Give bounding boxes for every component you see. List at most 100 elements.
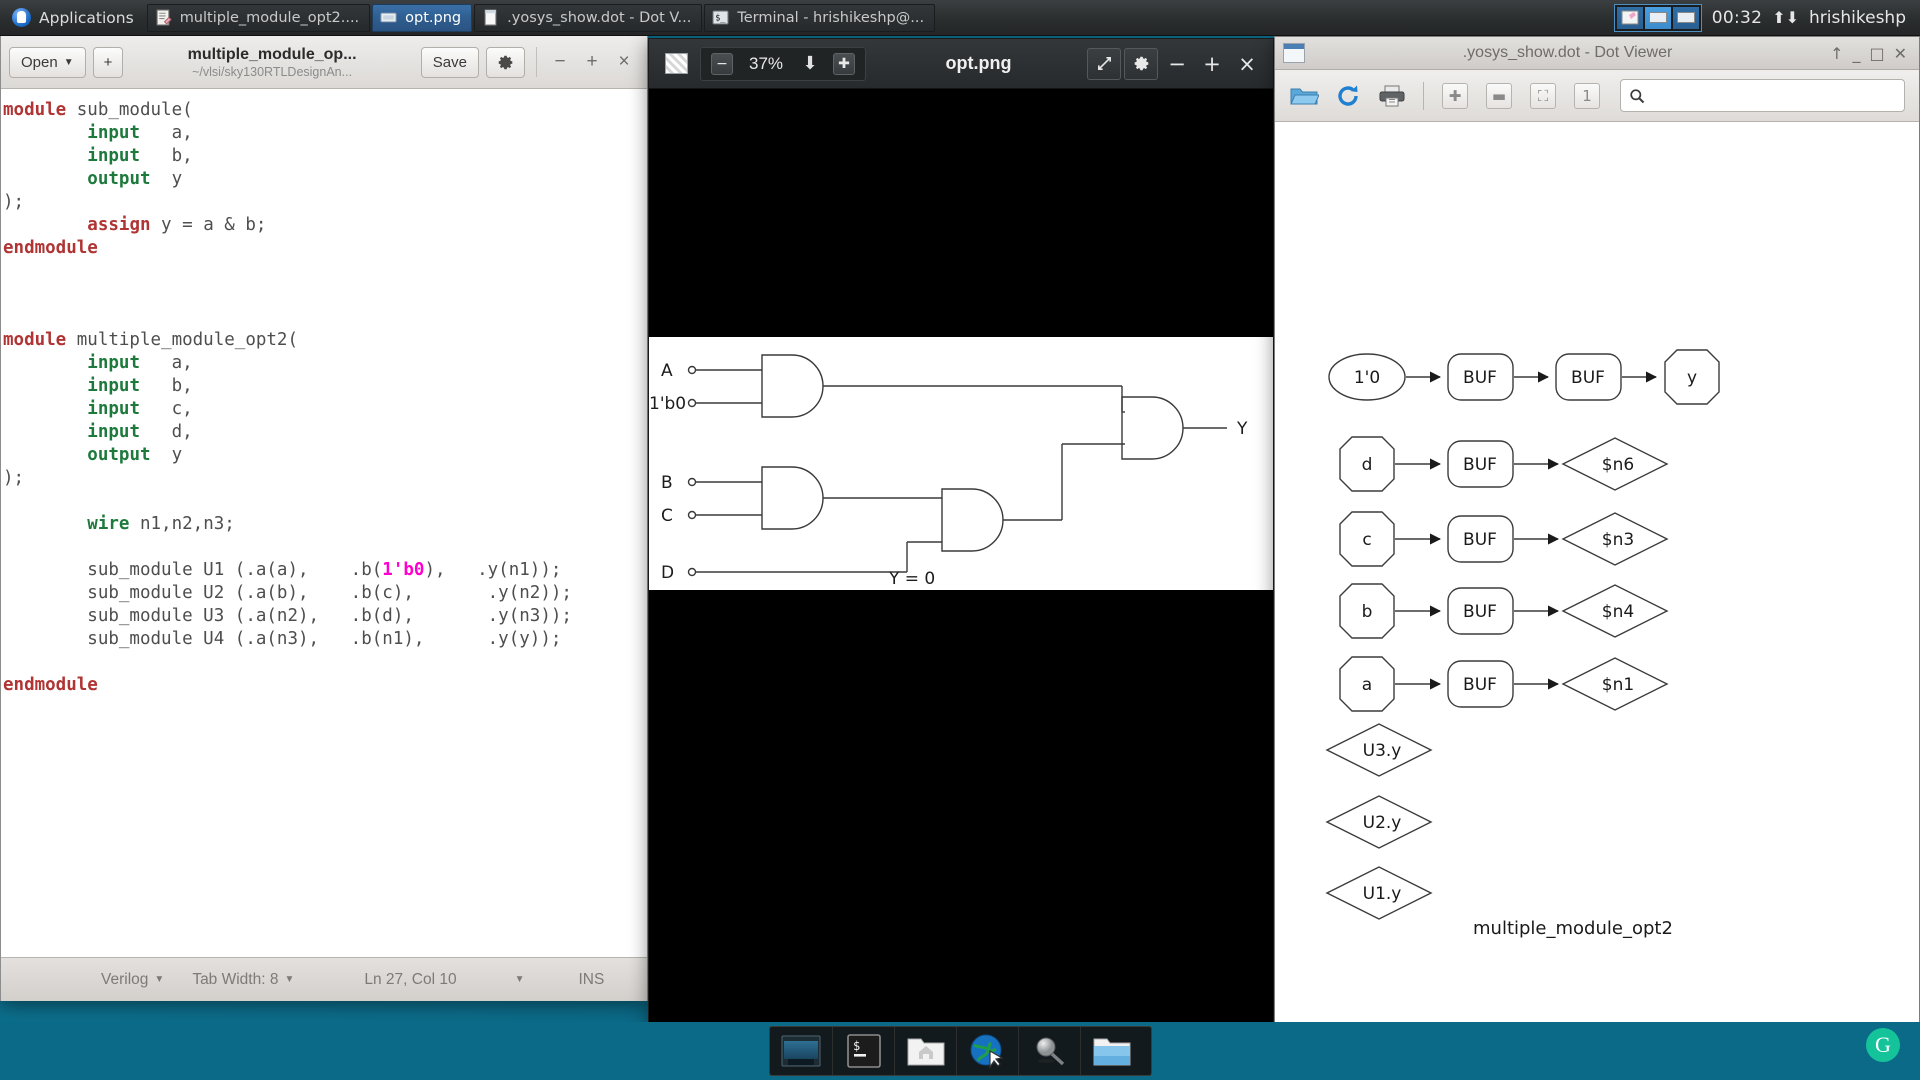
dock-home-folder-button[interactable] [894,1027,956,1075]
text-editor-filepath: ~/vlsi/sky130RTLDesignAn... [136,65,407,79]
code-line: input b, [1,375,647,398]
image-viewer-maximize-button[interactable]: + [1196,48,1228,80]
maximize-button[interactable]: □ [1869,44,1884,63]
taskbar-window-terminal-label: Terminal - hrishikeshp@... [737,10,924,26]
circuit-input-label-d: D [661,563,674,583]
code-line: output y [1,168,647,191]
graph-node-buf-2-label: BUF [1571,368,1605,388]
code-line: ); [1,467,647,490]
dot-graph-canvas[interactable]: 1'0 BUF BUF y d BUF $n6 [1275,122,1919,1022]
image-viewer-close-button[interactable]: × [1231,48,1263,80]
graph-node-buf-3-label: BUF [1463,455,1497,475]
clock[interactable]: 00:32 [1712,8,1763,28]
zoom-in-button[interactable]: ✚ [827,48,861,80]
image-viewer-minimize-button[interactable]: − [1161,48,1193,80]
taskbar-window-dotviewer[interactable]: .yosys_show.dot - Dot V... [474,4,702,32]
dock-file-manager-button[interactable] [1080,1027,1142,1075]
search-box[interactable] [1620,79,1905,112]
search-icon [1629,88,1645,104]
document-icon [482,9,499,26]
code-line: sub_module U3 (.a(n2), .b(d), .y(n3)); [1,605,647,628]
grammarly-tray-icon[interactable]: G [1866,1028,1900,1062]
close-button[interactable]: ✕ [1894,44,1907,63]
taskbar-window-gedit-label: multiple_module_opt2.... [180,10,359,26]
minimize-button[interactable]: − [545,47,575,77]
username-label[interactable]: hrishikeshp [1809,8,1906,28]
fullscreen-button[interactable] [1087,48,1121,80]
zoom-down-icon: ⬇ [802,55,817,73]
save-button[interactable]: Save [421,47,479,78]
graph-node-n4-label: $n4 [1602,602,1634,622]
image-viewer-window: − 37% ⬇ ✚ opt.png − + × [648,38,1274,1023]
settings-button[interactable] [486,47,525,78]
image-viewer-filename: opt.png [873,53,1084,74]
zoom-level-label: 37% [739,54,793,74]
image-viewer-toolbar: − 37% ⬇ ✚ opt.png − + × [649,39,1273,89]
shade-button[interactable]: ↑ [1830,44,1843,63]
circuit-diagram-image: A 1'b0 B C D Y Y = 0 Y = 0 [649,337,1273,590]
taskbar-tray: 00:32 ⬆⬇ hrishikeshp [1614,4,1920,32]
text-editor-headerbar: Open ▼ + multiple_module_op... ~/vlsi/sk… [1,36,647,89]
graph-node-d-label: d [1362,455,1373,475]
workspace-3[interactable] [1673,7,1699,29]
network-updown-icon[interactable]: ⬆⬇ [1772,10,1799,26]
open-file-button[interactable] [1285,77,1323,115]
close-button[interactable]: × [609,47,639,77]
taskbar-window-gedit[interactable]: multiple_module_opt2.... [147,4,370,32]
workspace-2[interactable] [1645,7,1671,29]
zoom-100-button[interactable]: 1 [1568,77,1606,115]
workspace-3-preview [1677,12,1695,23]
circuit-input-label-1b0: 1'b0 [649,394,686,414]
zoom-out-button[interactable]: − [705,48,739,80]
dot-viewer-title: .yosys_show.dot - Dot Viewer [1313,44,1822,62]
image-viewer-settings-button[interactable] [1124,48,1158,80]
position-dropdown[interactable]: ▼ [501,974,539,985]
insert-mode-label: INS [565,971,619,989]
graph-node-buf-6-label: BUF [1463,675,1497,695]
workspace-1-preview [1617,7,1643,29]
tab-width-selector[interactable]: Tab Width: 8 ▼ [178,971,308,989]
reload-button[interactable] [1329,77,1367,115]
zoom-out-button[interactable]: ▬ [1480,77,1518,115]
workspace-switcher[interactable] [1614,4,1702,32]
applications-menu-button[interactable]: Applications [0,0,146,36]
language-label: Verilog [101,971,148,989]
workspace-1[interactable] [1617,7,1643,29]
taskbar-window-opt-png[interactable]: opt.png [372,4,472,32]
taskbar-window-terminal[interactable]: $_ Terminal - hrishikeshp@... [704,4,935,32]
zoom-100-icon: 1 [1574,83,1600,109]
dock-search-button[interactable] [1018,1027,1080,1075]
open-icon [1289,84,1319,108]
code-line [1,490,647,513]
reload-icon [1335,83,1361,109]
thumbnail-toggle-button[interactable] [659,48,693,80]
maximize-button[interactable]: + [577,47,607,77]
zoom-out-icon: − [711,53,733,75]
application-dock: $ [769,1026,1152,1076]
new-tab-button[interactable]: + [93,47,124,78]
dock-terminal-button[interactable]: $ [832,1027,894,1075]
search-input[interactable] [1652,87,1896,104]
code-line: input b, [1,145,647,168]
cursor-position[interactable]: Ln 27, Col 10 [350,971,470,989]
minimize-button[interactable]: _ [1852,44,1860,63]
zoom-fit-button[interactable]: ⛶ [1524,77,1562,115]
image-viewer-canvas[interactable]: A 1'b0 B C D Y Y = 0 Y = 0 [649,89,1273,1024]
zoom-out-icon: ▬ [1486,83,1512,109]
top-taskbar: Applications multiple_module_opt2.... op… [0,0,1920,36]
code-editor-area[interactable]: module sub_module( input a, input b, out… [1,89,647,957]
dot-viewer-window-controls: ↑ _ □ ✕ [1830,44,1911,63]
code-line: wire n1,n2,n3; [1,513,647,536]
graph-node-n1-label: $n1 [1602,675,1634,695]
zoom-fit-button[interactable]: ⬇ [793,48,827,80]
zoom-in-button[interactable]: ✚ [1436,77,1474,115]
code-line [1,536,647,559]
print-icon [1378,84,1406,108]
print-button[interactable] [1373,77,1411,115]
code-line: module multiple_module_opt2( [1,329,647,352]
dock-web-browser-button[interactable] [956,1027,1018,1075]
dock-show-desktop-button[interactable] [770,1027,832,1075]
open-button[interactable]: Open ▼ [9,47,86,78]
language-selector[interactable]: Verilog ▼ [87,971,178,989]
circuit-input-label-c: C [661,506,673,526]
